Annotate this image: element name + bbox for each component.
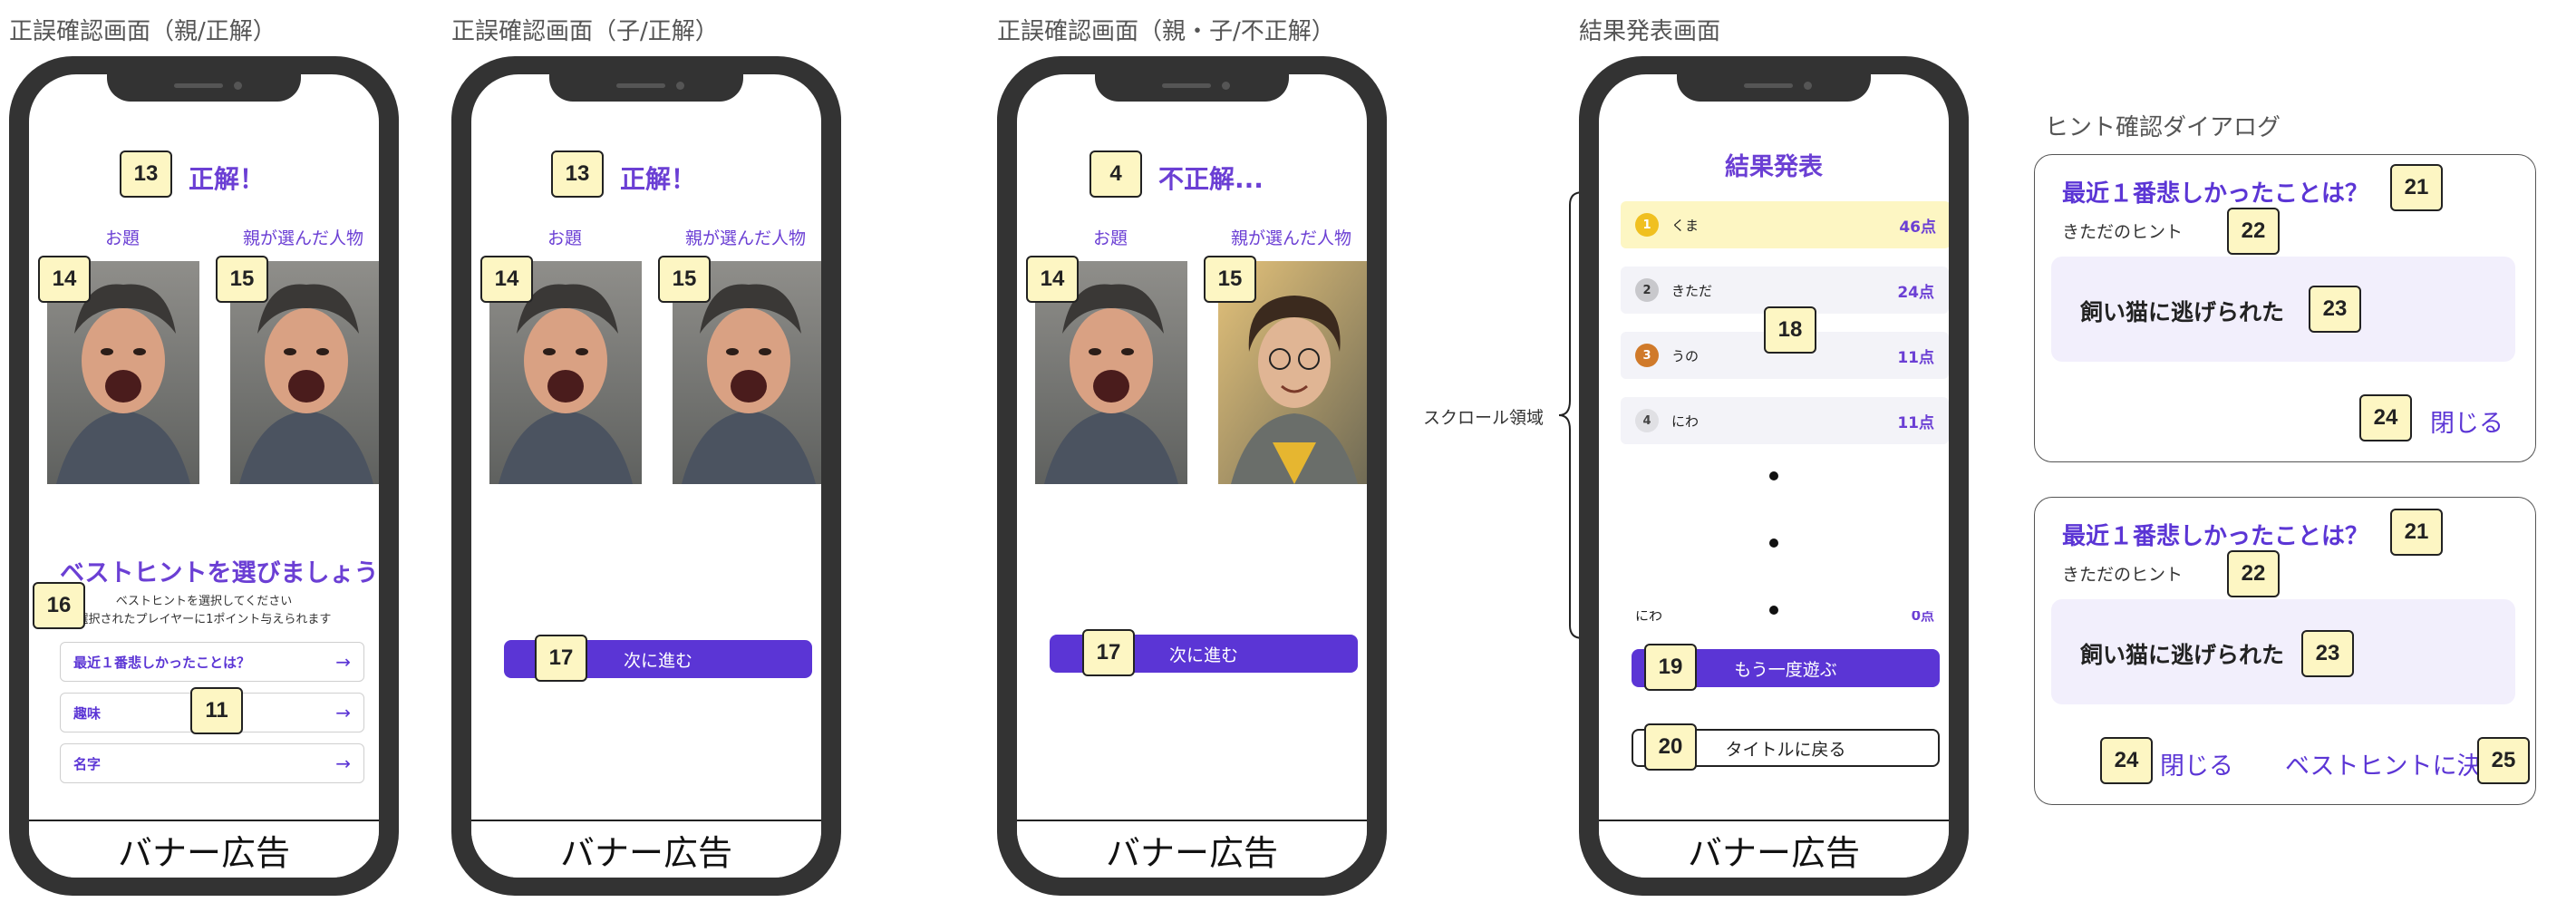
annotation-badge: 22 [2227, 208, 2280, 255]
label-topic: お題 [1093, 228, 1128, 248]
rank-number: 1 [1635, 213, 1659, 237]
notch [107, 74, 301, 102]
dialog-hint-text: 飼い猫に逃げられた [2080, 642, 2285, 668]
label-parent-pick: 親が選んだ人物 [1231, 228, 1352, 248]
phone-child-correct: 13 正解！ お題 親が選んだ人物 14 15 次に進む 17 バナー広告 [451, 56, 841, 896]
screen-child-correct: 13 正解！ お題 親が選んだ人物 14 15 次に進む 17 バナー広告 [471, 74, 821, 878]
dialog-hint-box: 飼い猫に逃げられた 23 [2051, 257, 2515, 362]
annotation-badge: 14 [480, 256, 533, 303]
result-title: 正解！ [620, 164, 697, 194]
dialog-close-button[interactable]: 閉じる [2430, 403, 2503, 439]
player-score: 0点 [1911, 611, 1934, 622]
ranking-row: 4 にわ 11点 [1621, 397, 1949, 444]
label-parent-pick: 親が選んだ人物 [685, 228, 807, 248]
screen-incorrect: 4 不正解... お題 親が選んだ人物 14 15 次に進む 17 バナー広告 [1017, 74, 1367, 878]
player-score: 11点 [1897, 413, 1934, 432]
annotation-badge: 23 [2301, 630, 2354, 677]
dialog-hint-label: きただのヒント [2062, 222, 2184, 242]
section-title-incorrect: 正誤確認画面（親・子/不正解） [997, 18, 1335, 45]
annotation-badge: 11 [190, 687, 243, 734]
arrow-right-icon: → [335, 651, 351, 673]
ellipsis-dot [1769, 471, 1778, 480]
annotation-badge: 4 [1089, 150, 1142, 198]
section-title-child-correct: 正誤確認画面（子/正解） [451, 18, 719, 45]
phone-results: 結果発表 1 くま 46点 2 きただ 24点 3 うの 11点 4 にわ 11… [1579, 56, 1969, 896]
result-title: 正解！ [189, 164, 266, 194]
banner-ad[interactable]: バナー広告 [1599, 820, 1949, 878]
annotation-badge: 21 [2390, 509, 2443, 556]
annotation-badge: 17 [535, 635, 587, 682]
ranking-row: 1 くま 46点 [1621, 201, 1949, 248]
arrow-right-icon: → [335, 752, 351, 774]
hint-item-label: 最近１番悲しかったことは？ [73, 654, 251, 671]
hint-item-label: 名字 [73, 755, 102, 772]
banner-ad[interactable]: バナー広告 [1017, 820, 1367, 878]
dialog-close-button[interactable]: 閉じる [2160, 746, 2233, 781]
hint-dialog-decide: 最近１番悲しかったことは？ 21 きただのヒント 22 飼い猫に逃げられた 23… [2034, 497, 2536, 805]
player-name: くま [1671, 217, 1700, 234]
scroll-area-label: スクロール領域 [1423, 408, 1545, 428]
section-title-parent-correct: 正誤確認画面（親/正解） [9, 18, 276, 45]
annotation-badge: 21 [2390, 164, 2443, 211]
rank-number: 3 [1635, 344, 1659, 367]
label-topic: お題 [547, 228, 583, 248]
annotation-badge: 17 [1082, 629, 1135, 676]
annotation-badge: 14 [38, 256, 91, 303]
dialog-question: 最近１番悲しかったことは？ [2062, 523, 2369, 550]
hint-item[interactable]: 最近１番悲しかったことは？ → [60, 642, 364, 682]
notch [549, 74, 743, 102]
best-hint-title: ベストヒントを選びましょう [60, 559, 379, 587]
banner-ad[interactable]: バナー広告 [29, 820, 379, 878]
phone-parent-correct: 13 正解！ お題 親が選んだ人物 14 15 ベストヒントを選びましょう ベス… [9, 56, 399, 896]
result-title: 不正解... [1158, 164, 1264, 194]
player-score: 46点 [1899, 218, 1936, 237]
annotation-badge: 16 [33, 582, 85, 629]
results-title: 結果発表 [1725, 153, 1823, 181]
dialog-hint-label: きただのヒント [2062, 565, 2184, 585]
rank-number: 2 [1635, 278, 1659, 302]
banner-ad[interactable]: バナー広告 [471, 820, 821, 878]
player-name: にわ [1635, 611, 1663, 622]
annotation-badge: 22 [2227, 550, 2280, 597]
hint-dialog: 最近１番悲しかったことは？ 21 きただのヒント 22 飼い猫に逃げられた 23… [2034, 154, 2536, 462]
screen-parent-correct: 13 正解！ お題 親が選んだ人物 14 15 ベストヒントを選びましょう ベス… [29, 74, 379, 878]
ranking-row-partial: にわ 0点 [1621, 611, 1949, 622]
dialog-hint-box: 飼い猫に逃げられた 23 [2051, 599, 2515, 704]
phone-incorrect: 4 不正解... お題 親が選んだ人物 14 15 次に進む 17 バナー広告 [997, 56, 1387, 896]
annotation-badge: 15 [216, 256, 268, 303]
dialog-question: 最近１番悲しかったことは？ [2062, 180, 2369, 208]
player-score: 11点 [1897, 348, 1934, 367]
annotation-badge: 20 [1644, 723, 1697, 771]
dialog-hint-text: 飼い猫に逃げられた [2080, 299, 2285, 325]
annotation-badge: 15 [658, 256, 711, 303]
arrow-right-icon: → [335, 702, 351, 723]
section-title-hint-dialog: ヒント確認ダイアログ [2045, 114, 2281, 141]
annotation-badge: 13 [120, 150, 172, 198]
notch [1095, 74, 1289, 102]
annotation-badge: 25 [2477, 737, 2530, 784]
hint-item-label: 趣味 [73, 704, 102, 722]
annotation-badge: 19 [1644, 644, 1697, 691]
rank-number: 4 [1635, 409, 1659, 432]
annotation-badge: 13 [551, 150, 604, 198]
player-name: にわ [1671, 412, 1700, 430]
screen-results: 結果発表 1 くま 46点 2 きただ 24点 3 うの 11点 4 にわ 11… [1599, 74, 1949, 878]
notch [1677, 74, 1871, 102]
annotation-badge: 18 [1764, 306, 1816, 354]
player-name: きただ [1671, 282, 1713, 299]
annotation-badge: 15 [1204, 256, 1256, 303]
hint-item[interactable]: 名字 → [60, 743, 364, 783]
annotation-badge: 24 [2100, 737, 2153, 784]
player-score: 24点 [1897, 283, 1934, 302]
annotation-badge: 23 [2309, 286, 2361, 333]
label-topic: お題 [105, 228, 140, 248]
label-parent-pick: 親が選んだ人物 [243, 228, 364, 248]
section-title-results: 結果発表画面 [1579, 18, 1721, 45]
annotation-badge: 14 [1026, 256, 1079, 303]
annotation-badge: 24 [2359, 394, 2412, 441]
ellipsis-dot [1769, 538, 1778, 548]
decide-best-hint-button[interactable]: ベストヒントに決定 [2285, 746, 2506, 781]
